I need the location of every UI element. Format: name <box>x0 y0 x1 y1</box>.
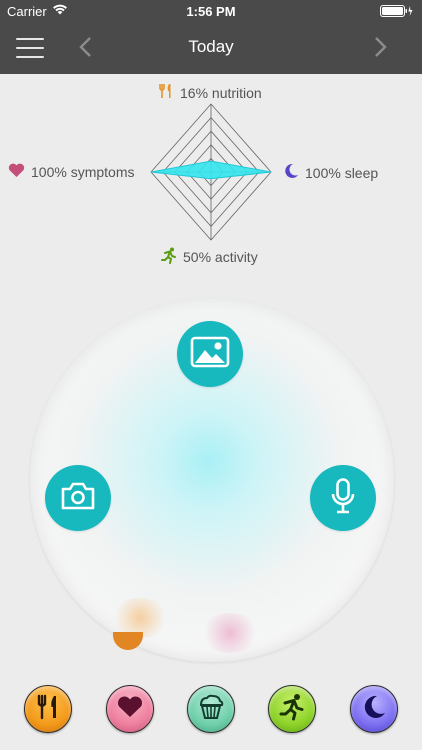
gallery-button[interactable] <box>177 321 243 387</box>
activity-label: 50% activity <box>161 247 258 267</box>
sleep-value: 100% sleep <box>305 164 379 181</box>
radar-data-area <box>150 160 272 180</box>
sleep-button[interactable] <box>350 685 398 733</box>
microphone-icon <box>330 477 356 519</box>
runner-icon <box>161 247 177 267</box>
sleep-label: 100% sleep <box>283 163 378 182</box>
heart-icon <box>8 163 25 181</box>
food-button[interactable] <box>187 685 235 733</box>
moon-icon <box>283 163 299 182</box>
activity-button[interactable] <box>268 685 316 733</box>
fork-knife-icon <box>36 694 60 725</box>
fork-knife-icon <box>158 83 174 102</box>
symptoms-value: 100% symptoms <box>31 164 135 180</box>
moon-icon <box>361 694 387 725</box>
symptoms-button[interactable] <box>106 685 154 733</box>
pink-glow <box>200 613 260 653</box>
image-gallery-icon <box>190 336 230 373</box>
orange-peek <box>113 632 143 650</box>
camera-icon <box>60 482 96 515</box>
cupcake-icon <box>197 694 225 725</box>
microphone-button[interactable] <box>310 465 376 531</box>
heart-icon <box>116 695 144 724</box>
nutrition-button[interactable] <box>24 685 72 733</box>
activity-value: 50% activity <box>183 249 258 265</box>
nutrition-label: 16% nutrition <box>158 83 262 102</box>
symptoms-label: 100% symptoms <box>8 163 134 181</box>
nutrition-value: 16% nutrition <box>180 84 262 101</box>
runner-icon <box>279 693 305 726</box>
camera-button[interactable] <box>45 465 111 531</box>
